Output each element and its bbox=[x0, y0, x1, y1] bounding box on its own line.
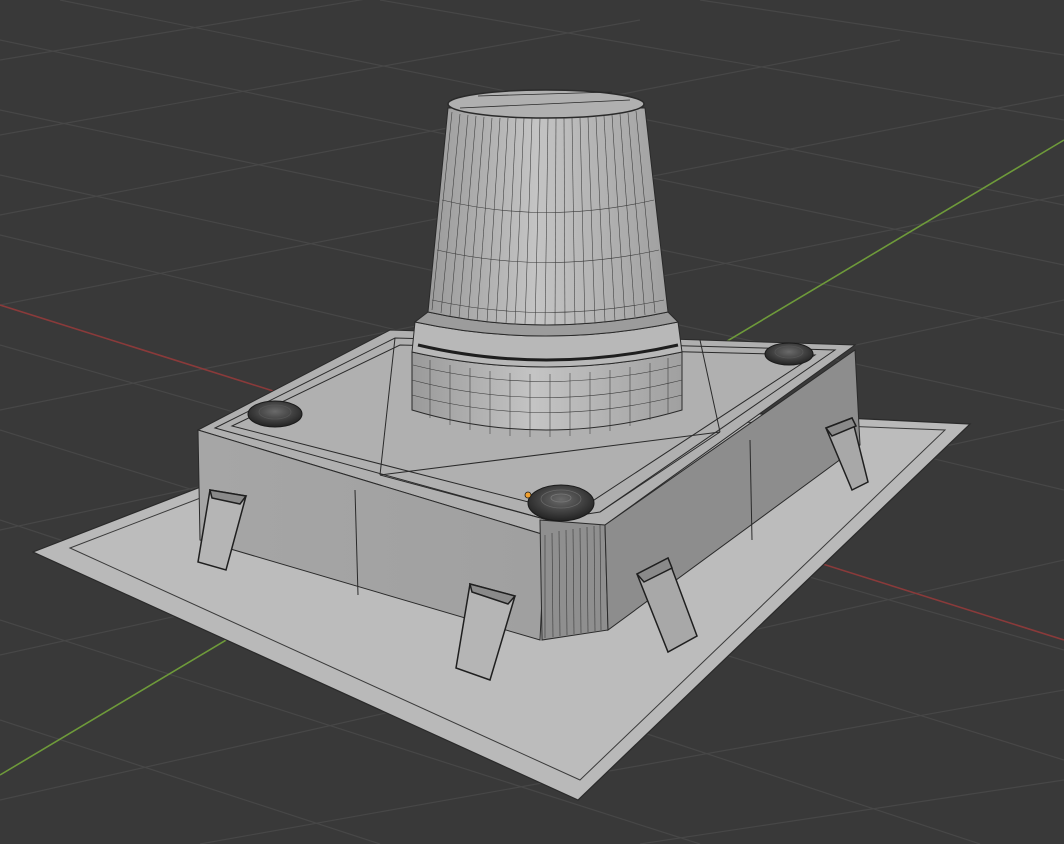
bolt[interactable] bbox=[527, 484, 595, 522]
bolt[interactable] bbox=[764, 342, 814, 366]
cone-tower[interactable] bbox=[411, 89, 683, 431]
object-origin[interactable] bbox=[524, 491, 532, 499]
3d-viewport[interactable] bbox=[0, 0, 1064, 844]
bolt[interactable] bbox=[247, 400, 303, 428]
